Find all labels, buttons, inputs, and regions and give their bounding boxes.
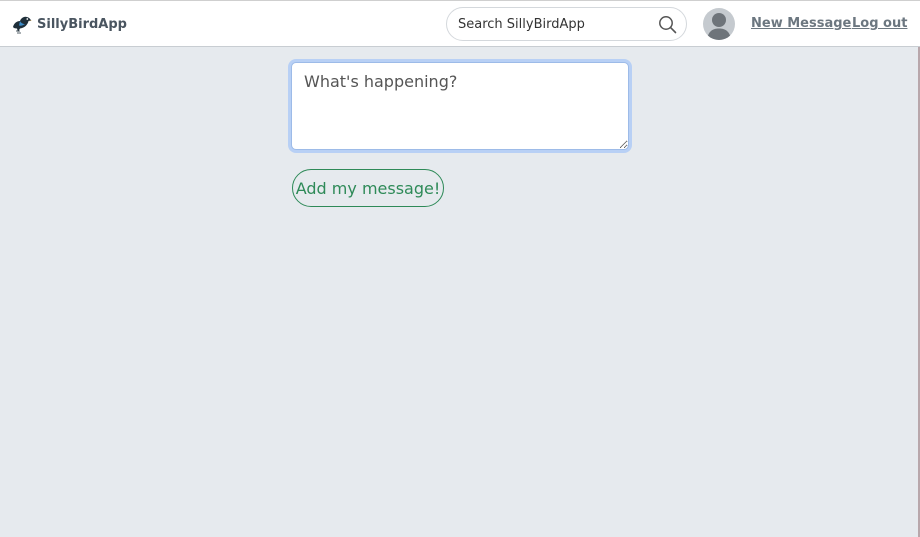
search-icon[interactable] bbox=[658, 15, 677, 34]
search-box bbox=[446, 7, 687, 41]
add-message-button[interactable]: Add my message! bbox=[292, 169, 444, 207]
log-out-link[interactable]: Log out bbox=[852, 16, 907, 31]
user-avatar[interactable] bbox=[703, 8, 735, 40]
new-message-link[interactable]: New Message bbox=[751, 16, 851, 31]
brand-name: SillyBirdApp bbox=[37, 16, 127, 32]
user-avatar-icon bbox=[707, 13, 731, 40]
brand-link[interactable]: SillyBirdApp bbox=[11, 13, 127, 35]
top-navbar: SillyBirdApp New Message Log out bbox=[0, 0, 920, 47]
bird-logo-icon bbox=[13, 16, 32, 33]
search-input[interactable] bbox=[458, 14, 648, 34]
message-textarea[interactable] bbox=[291, 62, 629, 150]
